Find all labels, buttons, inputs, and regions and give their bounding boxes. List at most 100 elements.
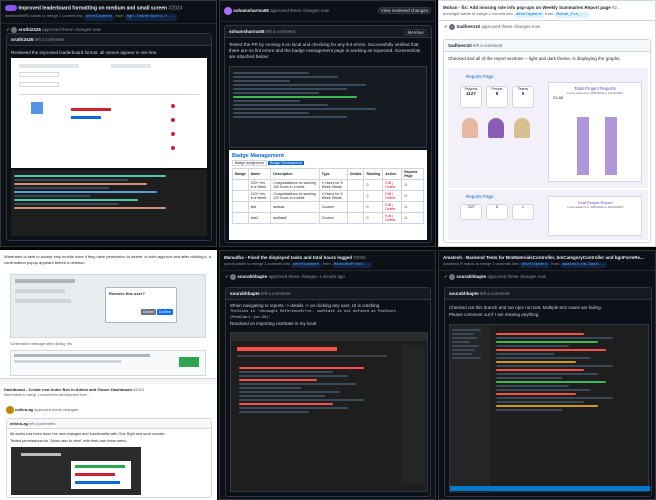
tab-badge-development[interactable]: Badge Development (268, 161, 304, 165)
chart-panel: Total People Report In the week from 10/… (548, 196, 642, 236)
chart-value: 22.88 (553, 95, 564, 100)
head-branch[interactable]: hgn-leaderboard-f... (124, 14, 177, 22)
base-branch[interactable]: development (513, 12, 545, 18)
approver-name[interactable]: sohamsharma08 (233, 8, 269, 13)
approved-when[interactable]: now (321, 8, 329, 13)
check-icon: ✔ (444, 274, 448, 280)
stat-value: 1127 (466, 91, 476, 96)
approver-name[interactable]: sourabhbapte (456, 274, 486, 279)
screenshot-reports-bottom: Reports Page 7327 8 1 Total People Repor… (448, 190, 648, 240)
col-header: Ranking (363, 168, 384, 180)
pr-meta: anmolgiri wants to merge 1 commit into (443, 11, 513, 16)
cell: 0 (363, 190, 384, 202)
cell (232, 179, 249, 191)
pr-title[interactable]: Dashboard - Create new Index Box in Admi… (4, 387, 132, 392)
cell: asdsas (270, 201, 320, 213)
pr-title[interactable]: Manudha - Fixed the displayed tasks and … (224, 255, 352, 260)
cell (346, 179, 365, 191)
dialog-title: Remove this user? (109, 291, 145, 296)
stat-card: 1 (512, 204, 534, 220)
screenshot-reports-top: Reports Page Projects 1127 People 8 Team… (448, 68, 648, 188)
comment-action: left a comment (261, 291, 291, 296)
stat-value: 8 (496, 205, 498, 209)
col-header: Type (318, 168, 348, 180)
approved-text: approved these changes (270, 8, 320, 14)
screenshot-badge-management: Badge Management Badge Assignment Badge … (229, 150, 427, 240)
approver-name[interactable]: sourabhbapte (237, 274, 267, 279)
commenter-name[interactable]: mihira-ag (10, 421, 28, 426)
pr-meta: Mahi wants to merge 1 commit into develo… (4, 392, 92, 397)
check-icon: ✔ (225, 274, 229, 280)
confirm-button[interactable]: Confirm (156, 309, 173, 315)
approved-when[interactable]: 1 minute ago (319, 274, 345, 279)
chart-panel: Total Project Reports In the week from 1… (548, 82, 642, 182)
cell: 120+ Hrs in a Week (247, 190, 272, 202)
commenter-name[interactable]: sourabhbapte (449, 291, 479, 296)
commenter-name[interactable]: Sadheen10 (448, 43, 472, 48)
table-row: 120+ Hrs in a Week Congratulations on wo… (232, 190, 424, 202)
head-branch[interactable]: amatesh-bm-back... (560, 262, 608, 268)
chart-bar (605, 117, 617, 175)
col-header: Name (247, 168, 272, 180)
pr-meta: yuvraj wants to merge 2 commits into (224, 261, 291, 266)
edit-delete-actions[interactable]: Edit | Delete (382, 201, 403, 213)
approved-when[interactable]: now (538, 274, 546, 279)
approved-when[interactable]: now (93, 28, 101, 33)
section-title: Reports Page (466, 74, 494, 79)
check-icon: ✔ (6, 27, 10, 33)
cell: 100+ Hrs in a Week (247, 179, 272, 191)
stat-value: 7327 (467, 205, 475, 209)
pr-title[interactable]: Mohan - fix: Add missing role info pop-u… (443, 5, 611, 10)
edit-delete-actions[interactable]: Edit | Delete (382, 179, 403, 191)
base-branch[interactable]: development (291, 262, 322, 268)
from-word: from (115, 13, 124, 19)
comment-body-2: Please comment out if I am missing anyth… (449, 312, 540, 317)
commenter-name[interactable]: sruthi2426 (11, 37, 34, 42)
stat-card: Projects 1127 (460, 86, 482, 108)
approval-row: mihira-ag approved these changes (6, 406, 78, 414)
base-branch[interactable]: development (519, 262, 550, 268)
commenter-name[interactable]: sohamsharma08 (229, 29, 265, 34)
pr-number: #2023 (133, 387, 145, 392)
tile-leaderboard-pr: Improved leaderboard formatting on mediu… (0, 0, 217, 247)
commenter-name[interactable]: sourabhbapte (230, 291, 260, 296)
screenshot-dialog: Remove this user? Cancel Confirm (10, 274, 206, 338)
checkbox[interactable]: ☑ (401, 212, 424, 224)
view-changes-button[interactable]: View reviewed changes (377, 7, 431, 14)
tab-badge-assignment[interactable]: Badge Assignment (232, 160, 268, 166)
screenshot-list (10, 350, 206, 376)
role-badge: Member (404, 29, 427, 36)
base-branch[interactable]: development (83, 14, 115, 22)
approver-name[interactable]: mihira-ag (15, 407, 33, 412)
checkbox[interactable]: ☑ (401, 179, 424, 191)
confirm-dialog: Remove this user? Cancel Confirm (105, 287, 177, 323)
avatar (224, 7, 232, 15)
checkbox[interactable]: ☑ (401, 201, 424, 213)
stat-card: 7327 (460, 204, 482, 220)
pr-title[interactable]: Amatesh - Backend Tests for BmMaterialsC… (443, 255, 644, 260)
cancel-button[interactable]: Cancel (140, 309, 156, 315)
approved-when[interactable]: now (532, 24, 540, 29)
chart-subtitle: In the week from 10/6/2024 to 10/12/2024 (567, 205, 623, 209)
browser-bar (0, 378, 217, 384)
approver-name[interactable]: Sadheen10 (456, 24, 480, 29)
approver-name[interactable]: sruthi2426 (18, 28, 41, 33)
screenshot-devtools (11, 170, 207, 236)
approval-row: ✔ sourabhbapte approved these changes no… (439, 270, 655, 283)
approval-row: sohamsharma08 approved these changes now… (220, 1, 435, 22)
approval-row: ✔ sourabhbapte approved these changes 1 … (220, 270, 435, 283)
person-illustration (488, 118, 504, 138)
checkbox[interactable]: ☑ (401, 190, 424, 202)
cell (346, 212, 365, 224)
head-branch[interactable]: ManudhaPrasd... (331, 262, 372, 268)
head-branch[interactable]: Mohan_fix_... (554, 12, 590, 18)
pr-header: Manudha - Fixed the displayed tasks and … (220, 251, 435, 270)
stat-value: 8 (495, 91, 499, 96)
edit-delete-actions[interactable]: Edit | Delete (382, 190, 403, 202)
pr-title[interactable]: Improved leaderboard formatting on mediu… (18, 5, 167, 11)
approved-text: approved these changes (42, 27, 92, 33)
tile-backend-tests-pr: Amatesh - Backend Tests for BmMaterialsC… (438, 250, 656, 500)
col-header: Action (382, 168, 403, 180)
edit-delete-actions[interactable]: Edit | Delete (382, 212, 403, 224)
approved-text: approved these changes (268, 274, 318, 280)
